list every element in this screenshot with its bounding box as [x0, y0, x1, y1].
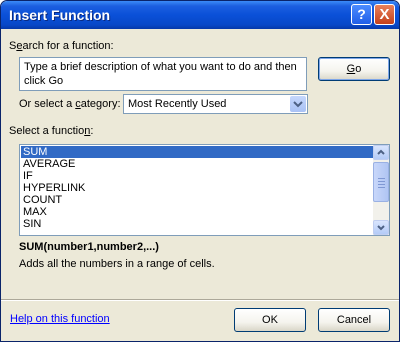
function-item-if[interactable]: IF — [21, 170, 373, 182]
category-label: Or select a category: — [19, 98, 121, 110]
scroll-up-button[interactable] — [373, 145, 389, 160]
chevron-down-icon — [293, 101, 303, 108]
cancel-button[interactable]: Cancel — [318, 308, 390, 332]
search-input[interactable]: Type a brief description of what you wan… — [19, 57, 307, 91]
search-label: Search for a function: — [9, 40, 114, 52]
function-description: Adds all the numbers in a range of cells… — [19, 258, 215, 270]
close-button[interactable]: X — [374, 4, 395, 25]
close-icon: X — [379, 6, 390, 23]
function-list-label: Select a function: — [9, 125, 94, 137]
scroll-thumb[interactable] — [373, 162, 389, 202]
footer-divider — [1, 299, 399, 301]
title-bar[interactable]: Insert Function ? X — [1, 1, 399, 29]
function-list-scrollbar[interactable] — [373, 145, 389, 235]
function-item-max[interactable]: MAX — [21, 206, 373, 218]
category-selected-value: Most Recently Used — [128, 98, 227, 110]
function-item-sin[interactable]: SIN — [21, 218, 373, 230]
function-signature: SUM(number1,number2,...) — [19, 241, 159, 253]
chevron-down-icon — [377, 225, 385, 231]
function-list[interactable]: SUM AVERAGE IF HYPERLINK COUNT MAX SIN — [19, 144, 390, 236]
function-item-count[interactable]: COUNT — [21, 194, 373, 206]
search-text-line-1: Type a brief description of what you wan… — [24, 61, 297, 73]
ok-button[interactable]: OK — [234, 308, 306, 332]
question-mark-icon: ? — [357, 6, 366, 22]
go-button[interactable]: Go — [318, 57, 390, 81]
chevron-up-icon — [377, 149, 385, 155]
function-item-sum[interactable]: SUM — [21, 146, 373, 158]
dialog-title: Insert Function — [9, 7, 111, 23]
search-text-line-2: click Go — [24, 75, 64, 87]
function-item-average[interactable]: AVERAGE — [21, 158, 373, 170]
help-on-function-link[interactable]: Help on this function — [10, 313, 110, 325]
dropdown-button[interactable] — [290, 96, 306, 112]
category-select[interactable]: Most Recently Used — [123, 94, 308, 114]
scroll-down-button[interactable] — [373, 220, 389, 235]
function-item-hyperlink[interactable]: HYPERLINK — [21, 182, 373, 194]
help-button[interactable]: ? — [351, 4, 372, 25]
insert-function-dialog: Insert Function ? X Search for a functio… — [0, 0, 400, 342]
